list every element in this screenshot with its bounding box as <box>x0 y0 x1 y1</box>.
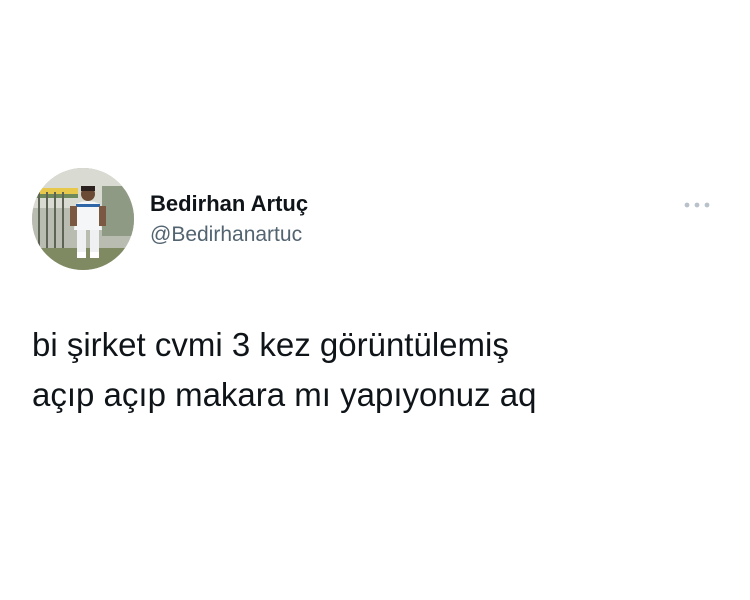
more-horizontal-icon <box>684 202 710 208</box>
author-handle[interactable]: @Bedirhanartuc <box>150 221 308 249</box>
tweet-text-line: bi şirket cvmi 3 kez görüntülemiş <box>32 326 509 363</box>
author-display-name[interactable]: Bedirhan Artuç <box>150 190 308 218</box>
author-info[interactable]: Bedirhan Artuç @Bedirhanartuc <box>150 190 308 249</box>
more-options-button[interactable] <box>680 196 716 214</box>
author-avatar[interactable] <box>32 168 134 270</box>
tweet-text: bi şirket cvmi 3 kez görüntülemiş açıp a… <box>32 320 712 420</box>
tweet-card: Bedirhan Artuç @Bedirhanartuc bi şirket … <box>0 0 750 600</box>
tweet-text-line: açıp açıp makara mı yapıyonuz aq <box>32 376 537 413</box>
profile-photo-icon <box>32 168 134 270</box>
